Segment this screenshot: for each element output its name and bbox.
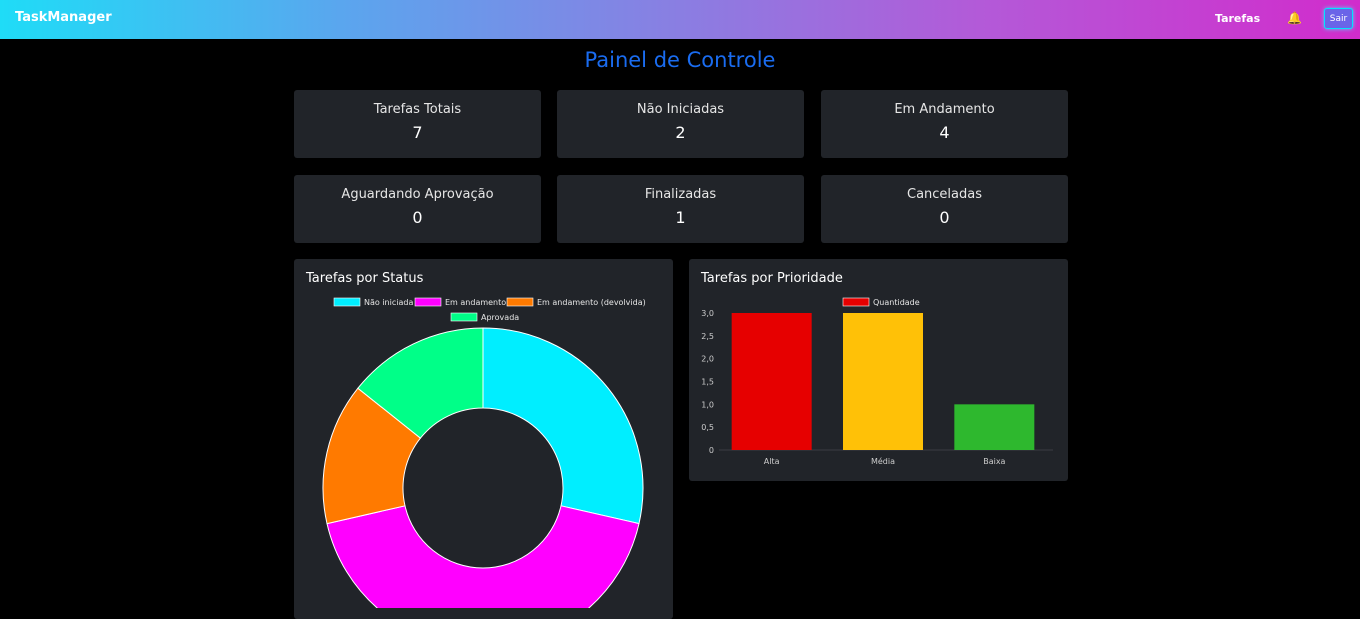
y-tick-label: 0,5: [701, 423, 714, 432]
brand-logo[interactable]: TaskManager: [15, 10, 112, 25]
doughnut-slice: [482, 327, 644, 525]
bar: [731, 313, 812, 450]
legend-swatch: [842, 297, 870, 307]
legend-swatch: [414, 297, 442, 307]
stat-value: 0: [412, 208, 423, 227]
y-tick-label: 1,5: [701, 378, 714, 387]
stat-value: 7: [412, 123, 423, 142]
stat-card-not-started: Não Iniciadas 2: [557, 90, 804, 158]
status-chart-panel: Tarefas por Status Não iniciada Em andame…: [294, 259, 673, 619]
doughnut-slice: [326, 505, 640, 608]
legend-label: Em andamento: [445, 298, 506, 307]
stat-label: Aguardando Aprovação: [341, 187, 494, 202]
nav-link-tarefas[interactable]: Tarefas: [1215, 12, 1260, 25]
x-tick-label: Baixa: [983, 457, 1005, 466]
stat-label: Finalizadas: [644, 187, 717, 202]
legend-label: Aprovada: [481, 313, 519, 322]
x-tick-label: Média: [871, 456, 895, 466]
stat-value: 2: [675, 123, 686, 142]
stat-label: Canceladas: [907, 187, 982, 202]
stat-card-canceled: Canceladas 0: [821, 175, 1068, 243]
bell-icon[interactable]: 🔔: [1287, 11, 1302, 25]
legend-swatch: [333, 297, 361, 307]
legend-swatch: [506, 297, 534, 307]
legend-label: Não iniciada: [364, 298, 413, 307]
priority-bar-chart: Quantidade 0 0,5 1,0 1,5 2,0 2,5 3,0 Alta Média Ba…: [701, 297, 1053, 466]
stat-label: Em Andamento: [894, 102, 995, 117]
bar: [843, 313, 923, 450]
stat-label: Tarefas Totais: [373, 102, 462, 117]
legend-swatch: [450, 312, 478, 322]
stat-value: 0: [939, 208, 950, 227]
y-tick-label: 2,0: [701, 355, 714, 364]
stat-value: 1: [675, 208, 686, 227]
stat-label: Não Iniciadas: [636, 102, 725, 117]
bar: [954, 404, 1035, 450]
stat-value: 4: [939, 123, 950, 142]
priority-chart-panel: Tarefas por Prioridade Quantidade 0 0,5 1,0…: [689, 259, 1068, 481]
y-tick-label: 1,0: [701, 400, 714, 409]
x-tick-label: Alta: [764, 457, 780, 466]
stat-card-finished: Finalizadas 1: [557, 175, 804, 243]
y-tick-label: 0: [709, 446, 714, 455]
page-title: Painel de Controle: [584, 48, 776, 72]
navbar: TaskManager Tarefas 🔔 Sair: [0, 0, 1360, 39]
stat-card-total: Tarefas Totais 7: [294, 90, 541, 158]
stat-card-in-progress: Em Andamento 4: [821, 90, 1068, 158]
legend-label: Em andamento (devolvida): [537, 298, 646, 307]
y-tick-label: 3,0: [701, 309, 714, 318]
y-tick-label: 2,5: [701, 332, 714, 341]
logout-button[interactable]: Sair: [1324, 8, 1353, 29]
status-doughnut-chart: Não iniciada Em andamento Em andamento (de…: [322, 297, 646, 608]
legend-label: Quantidade: [873, 298, 920, 307]
stat-card-awaiting-approval: Aguardando Aprovação 0: [294, 175, 541, 243]
